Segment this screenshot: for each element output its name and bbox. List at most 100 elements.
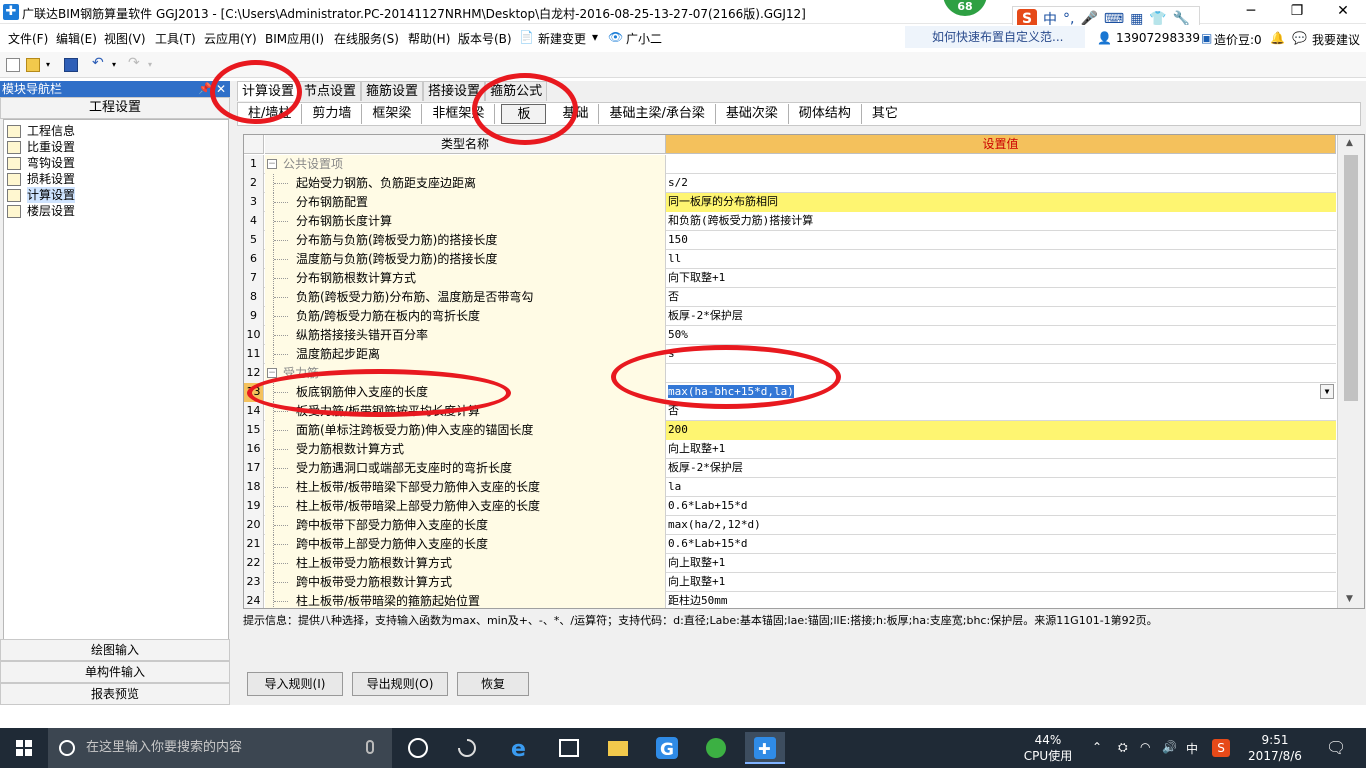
wifi-icon[interactable]: ◠ <box>1140 740 1150 754</box>
subtab-other[interactable]: 其它 <box>862 104 908 124</box>
green-app-icon[interactable] <box>696 732 736 764</box>
table-row[interactable]: 20 跨中板带下部受力筋伸入支座的长度 max(ha/2,12*d) <box>244 516 1336 535</box>
setting-value[interactable]: 向上取整+1 <box>666 554 1336 573</box>
setting-value[interactable]: 50% <box>666 326 1336 345</box>
scroll-up-icon[interactable]: ▲ <box>1346 138 1353 148</box>
volume-icon[interactable]: 🔊 <box>1162 740 1177 754</box>
table-row[interactable]: 10 纵筋搭接接头错开百分率 50% <box>244 326 1336 345</box>
tree-item-loss[interactable]: 损耗设置 <box>7 171 75 187</box>
undo-dropdown-icon[interactable]: ▾ <box>112 60 126 74</box>
nav-single-component[interactable]: 单构件输入 <box>0 661 230 683</box>
menu-file[interactable]: 文件(F) <box>8 30 48 47</box>
menu-tools[interactable]: 工具(T) <box>155 30 196 47</box>
table-row[interactable]: 4 分布钢筋长度计算 和负筋(跨板受力筋)搭接计算 <box>244 212 1336 231</box>
taskbar-search[interactable]: 在这里输入你要搜索的内容 <box>48 728 392 768</box>
table-row[interactable]: 15 面筋(单标注跨板受力筋)伸入支座的锚固长度 200 <box>244 421 1336 440</box>
store-icon[interactable] <box>549 732 589 764</box>
setting-value[interactable]: 否 <box>666 402 1336 421</box>
glodon-app-icon[interactable]: G <box>647 732 687 764</box>
setting-value[interactable] <box>666 155 1336 174</box>
redo-icon[interactable]: ↷ <box>128 55 142 71</box>
pin-icon[interactable]: 📌 <box>198 81 212 97</box>
menu-online[interactable]: 在线服务(S) <box>334 30 399 47</box>
setting-value[interactable]: 150 <box>666 231 1336 250</box>
tree-item-calc[interactable]: 计算设置 <box>7 187 76 203</box>
setting-value[interactable]: 0.6*Lab+15*d <box>666 497 1336 516</box>
table-row[interactable]: 2 起始受力钢筋、负筋距支座边距离 s/2 <box>244 174 1336 193</box>
subtab-column[interactable]: 柱/墙柱 <box>238 104 303 124</box>
clock[interactable]: 9:51 2017/8/6 <box>1240 732 1310 764</box>
table-row[interactable]: 5 分布筋与负筋(跨板受力筋)的搭接长度 150 <box>244 231 1336 250</box>
setting-value[interactable]: la <box>666 478 1336 497</box>
menu-new-change[interactable]: 新建变更 <box>538 30 586 47</box>
people-icon[interactable]: ⛭ <box>1118 740 1128 755</box>
microphone-icon[interactable] <box>366 740 374 754</box>
setting-value[interactable]: s/2 <box>666 174 1336 193</box>
setting-value[interactable]: 向上取整+1 <box>666 573 1336 592</box>
new-file-icon[interactable] <box>6 58 20 72</box>
table-row[interactable]: 16 受力筋根数计算方式 向上取整+1 <box>244 440 1336 459</box>
setting-value[interactable]: 否 <box>666 288 1336 307</box>
open-dropdown-icon[interactable]: ▾ <box>46 60 60 74</box>
subtab-frame-beam[interactable]: 框架梁 <box>362 104 423 124</box>
table-row[interactable]: 7 分布钢筋根数计算方式 向下取整+1 <box>244 269 1336 288</box>
setting-value[interactable]: ll <box>666 250 1336 269</box>
section-project-settings[interactable]: 工程设置 <box>0 97 230 119</box>
suggest-link[interactable]: 我要建议 <box>1312 31 1360 48</box>
table-row[interactable]: 12− 受力筋 <box>244 364 1336 383</box>
sogou-tray-icon[interactable]: S <box>1212 739 1230 757</box>
setting-value[interactable]: 200 <box>666 421 1336 440</box>
maximize-button[interactable]: ❐ <box>1274 0 1320 24</box>
tree-item-project-info[interactable]: 工程信息 <box>7 123 75 139</box>
collapse-icon[interactable]: − <box>267 159 277 169</box>
tab-stirrup-settings[interactable]: 箍筋设置 <box>361 81 424 101</box>
file-explorer-icon[interactable] <box>598 732 638 764</box>
menu-version[interactable]: 版本号(B) <box>458 30 512 47</box>
app-swirl-icon[interactable] <box>447 732 487 764</box>
tab-node-settings[interactable]: 节点设置 <box>299 81 362 101</box>
chevron-down-icon[interactable]: ▾ <box>592 30 598 44</box>
collapse-icon[interactable]: − <box>267 368 277 378</box>
table-row[interactable]: 9 负筋/跨板受力筋在板内的弯折长度 板厚-2*保护层 <box>244 307 1336 326</box>
tree-item-weight[interactable]: 比重设置 <box>7 139 75 155</box>
setting-value[interactable]: 距柱边50mm <box>666 592 1336 608</box>
chevron-down-icon[interactable]: ▼ <box>1320 384 1334 399</box>
cost-bean[interactable]: 造价豆:0 <box>1214 31 1262 48</box>
setting-value[interactable]: 0.6*Lab+15*d <box>666 535 1336 554</box>
close-button[interactable]: ✕ <box>1320 0 1366 24</box>
notification-center-icon[interactable]: 🗨 <box>1326 738 1346 757</box>
setting-value[interactable]: 和负筋(跨板受力筋)搭接计算 <box>666 212 1336 231</box>
import-rules-button[interactable]: 导入规则(I) <box>247 672 343 696</box>
nav-report-preview[interactable]: 报表预览 <box>0 683 230 705</box>
tree-item-floor[interactable]: 楼层设置 <box>7 203 75 219</box>
table-row[interactable]: 19 柱上板带/板带暗梁上部受力筋伸入支座的长度 0.6*Lab+15*d <box>244 497 1336 516</box>
setting-value-editor[interactable]: max(ha-bhc+15*d,la) ▼ <box>666 383 1336 402</box>
table-row[interactable]: 14 板受力筋/板带钢筋按平均长度计算 否 <box>244 402 1336 421</box>
table-row[interactable]: 17 受力筋遇洞口或端部无支座时的弯折长度 板厚-2*保护层 <box>244 459 1336 478</box>
suggest-icon[interactable]: 💬 <box>1292 31 1307 45</box>
edge-browser-icon[interactable]: e <box>500 732 540 764</box>
table-row[interactable]: 8 负筋(跨板受力筋)分布筋、温度筋是否带弯勾 否 <box>244 288 1336 307</box>
assistant-icon[interactable]: 👁 <box>608 30 623 44</box>
close-icon[interactable]: ✕ <box>216 81 226 97</box>
subtab-foundation[interactable]: 基础 <box>552 104 600 124</box>
table-row[interactable]: 22 柱上板带受力筋根数计算方式 向上取整+1 <box>244 554 1336 573</box>
subtab-foundation-main-beam[interactable]: 基础主梁/承台梁 <box>599 104 716 124</box>
restore-button[interactable]: 恢复 <box>457 672 529 696</box>
table-row[interactable]: 13 板底钢筋伸入支座的长度 max(ha-bhc+15*d,la) ▼ <box>244 383 1336 402</box>
export-rules-button[interactable]: 导出规则(O) <box>352 672 448 696</box>
redo-dropdown-icon[interactable]: ▾ <box>148 60 162 74</box>
menu-cloud[interactable]: 云应用(Y) <box>204 30 257 47</box>
windows-start-icon[interactable] <box>0 728 48 768</box>
setting-value[interactable]: max(ha/2,12*d) <box>666 516 1336 535</box>
tray-chevron-icon[interactable]: ⌃ <box>1092 740 1102 754</box>
menu-assistant[interactable]: 广小二 <box>626 30 662 47</box>
subtab-slab[interactable]: 板 <box>501 104 547 124</box>
setting-value[interactable]: 同一板厚的分布筋相同 <box>666 193 1336 212</box>
setting-value[interactable]: 板厚-2*保护层 <box>666 307 1336 326</box>
help-link[interactable]: 如何快速布置自定义范... <box>905 26 1085 48</box>
table-row[interactable]: 18 柱上板带/板带暗梁下部受力筋伸入支座的长度 la <box>244 478 1336 497</box>
setting-value[interactable]: 向下取整+1 <box>666 269 1336 288</box>
tab-stirrup-formula[interactable]: 箍筋公式 <box>485 81 548 101</box>
table-row[interactable]: 21 跨中板带上部受力筋伸入支座的长度 0.6*Lab+15*d <box>244 535 1336 554</box>
